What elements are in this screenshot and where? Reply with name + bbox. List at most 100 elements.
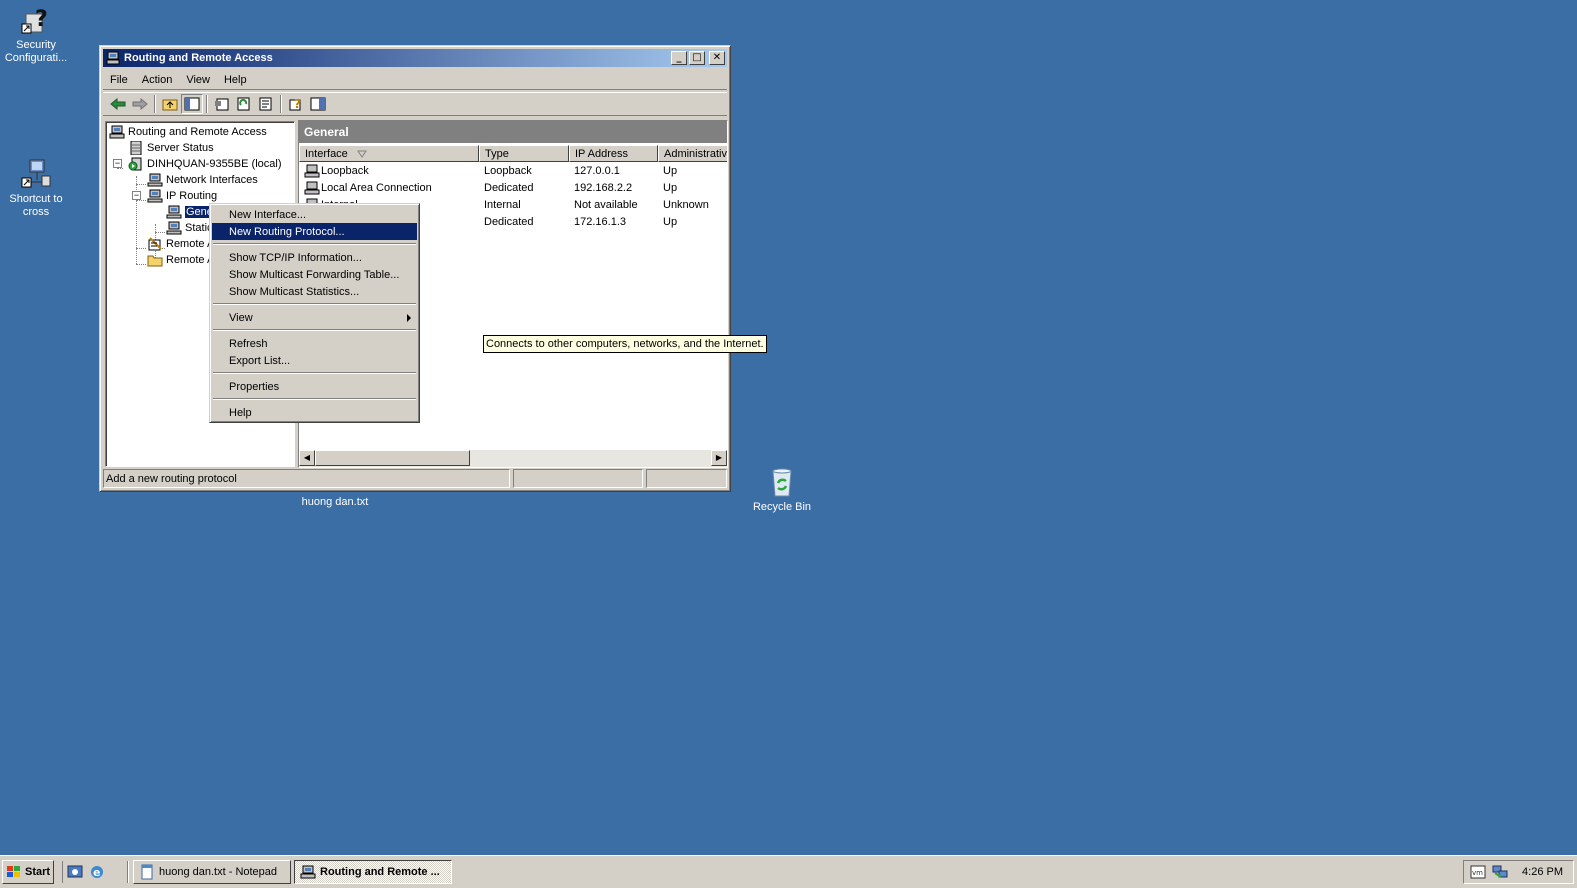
tree-item-remote-access-policies[interactable]: Remote A: [147, 236, 214, 252]
menu-item-show-tcpip-info[interactable]: Show TCP/IP Information...: [212, 249, 417, 266]
refresh-button[interactable]: [233, 94, 255, 114]
column-ip-address[interactable]: IP Address: [569, 145, 658, 162]
column-label: IP Address: [575, 147, 628, 160]
start-label: Start: [25, 866, 51, 878]
close-button[interactable]: ✕: [709, 51, 725, 65]
tree-item-ip-routing[interactable]: IP Routing: [147, 188, 217, 204]
menu-item-show-multicast-stats[interactable]: Show Multicast Statistics...: [212, 283, 417, 300]
tree-label: Server Status: [147, 142, 214, 154]
tree-item-remote-access-logging[interactable]: Remote A: [147, 252, 214, 268]
menu-item-new-interface[interactable]: New Interface...: [212, 206, 417, 223]
properties-button[interactable]: [211, 94, 233, 114]
column-label: Type: [485, 147, 509, 160]
menu-action[interactable]: Action: [135, 74, 180, 86]
desktop-icon-huong-dan[interactable]: huong dan.txt: [297, 496, 373, 509]
status-text: Add a new routing protocol: [103, 469, 510, 488]
forward-button[interactable]: [129, 94, 151, 114]
vmware-tools-icon[interactable]: vm: [1470, 865, 1486, 879]
security-config-icon: ?: [20, 4, 52, 36]
svg-text:?: ?: [35, 7, 48, 32]
column-interface[interactable]: Interface: [299, 145, 479, 162]
clock: 4:26 PM: [1522, 866, 1563, 878]
menu-file[interactable]: File: [103, 74, 135, 86]
cell-interface: Loopback: [321, 164, 369, 177]
menu-view[interactable]: View: [179, 74, 217, 86]
cell-ip: Not available: [574, 198, 638, 211]
desktop-icon-label: Security Configurati...: [4, 39, 68, 64]
rras-taskbar-icon: [300, 865, 316, 879]
ip-routing-icon: [147, 189, 163, 203]
menu-item-refresh[interactable]: Refresh: [212, 335, 417, 352]
action-pane-icon: [310, 97, 326, 111]
recycle-bin-icon: [766, 466, 798, 498]
tree-item-server[interactable]: DINHQUAN-9355BE (local): [128, 156, 281, 172]
help-icon: ?: [289, 97, 301, 111]
menu-help[interactable]: Help: [217, 74, 254, 86]
menu-separator: [212, 369, 417, 378]
show-desktop-icon[interactable]: [67, 864, 83, 880]
menu-item-export-list[interactable]: Export List...: [212, 352, 417, 369]
tree-item-rras-root[interactable]: Routing and Remote Access: [109, 124, 267, 140]
taskbar-rras[interactable]: Routing and Remote ...: [294, 860, 452, 884]
menu-item-help[interactable]: Help: [212, 404, 417, 421]
system-tray: vm 4:26 PM: [1463, 860, 1574, 884]
collapse-server-toggle[interactable]: −: [113, 159, 122, 168]
cell-type: Internal: [484, 198, 521, 211]
server-running-icon: [128, 157, 142, 171]
start-button[interactable]: Start: [2, 860, 54, 884]
column-type[interactable]: Type: [479, 145, 569, 162]
status-bar: Add a new routing protocol: [103, 469, 727, 488]
table-row[interactable]: Loopback Loopback 127.0.0.1 Up: [299, 162, 727, 179]
back-arrow-icon: [110, 98, 126, 110]
menu-item-properties[interactable]: Properties: [212, 378, 417, 395]
back-button[interactable]: [107, 94, 129, 114]
toolbar-separator: [280, 95, 282, 113]
up-one-level-button[interactable]: [159, 94, 181, 114]
internet-explorer-icon[interactable]: e: [89, 864, 105, 880]
tree-label: Remote A: [166, 254, 215, 266]
sort-descending-icon: [356, 150, 367, 158]
svg-text:?: ?: [294, 97, 301, 111]
tree-item-network-interfaces[interactable]: Network Interfaces: [147, 172, 258, 188]
tree-item-general[interactable]: Gene: [166, 204, 214, 220]
network-connection-icon[interactable]: [1492, 865, 1508, 879]
rras-root-icon: [109, 125, 125, 139]
menu-item-view[interactable]: View: [212, 309, 417, 326]
tree-item-static-routes[interactable]: Static: [166, 220, 213, 236]
desktop-icon-shortcut-cross[interactable]: Shortcut to cross: [0, 158, 74, 219]
forward-arrow-icon: [132, 98, 148, 110]
tree-item-server-status[interactable]: Server Status: [128, 140, 214, 156]
maximize-button[interactable]: □: [689, 51, 705, 65]
svg-text:e: e: [93, 866, 100, 879]
minimize-button[interactable]: _: [671, 51, 687, 65]
menu-separator: [212, 240, 417, 249]
server-status-icon: [130, 141, 142, 155]
taskbar-notepad[interactable]: huong dan.txt - Notepad: [133, 860, 291, 884]
title-bar[interactable]: Routing and Remote Access _ □ ✕: [103, 49, 727, 67]
desktop-icon-security-configuration[interactable]: ? Security Configurati...: [0, 4, 74, 65]
cell-admin-status: Up: [663, 215, 678, 228]
scroll-left-button[interactable]: ◀: [299, 450, 315, 466]
collapse-ip-routing-toggle[interactable]: −: [132, 191, 141, 200]
scroll-right-button[interactable]: ▶: [711, 450, 727, 466]
column-administrative-status[interactable]: Administrativ: [658, 145, 727, 162]
cell-admin-status: Unknown: [663, 198, 709, 211]
folder-icon: [147, 255, 163, 267]
general-icon: [166, 205, 182, 219]
cell-ip: 192.168.2.2: [574, 181, 633, 194]
horizontal-scrollbar[interactable]: ◀ ▶: [299, 450, 727, 467]
menu-item-new-routing-protocol[interactable]: New Routing Protocol...: [212, 223, 417, 240]
scroll-thumb[interactable]: [315, 450, 470, 466]
menu-item-show-multicast-forwarding[interactable]: Show Multicast Forwarding Table...: [212, 266, 417, 283]
tree-label: DINHQUAN-9355BE (local): [147, 158, 282, 170]
window-title: Routing and Remote Access: [124, 52, 273, 64]
help-button[interactable]: ?: [285, 94, 307, 114]
show-hide-action-pane-button[interactable]: [307, 94, 329, 114]
table-row[interactable]: Local Area Connection Dedicated 192.168.…: [299, 179, 727, 196]
export-list-button[interactable]: [255, 94, 277, 114]
column-headers: Interface Type IP Address Administrativ: [299, 145, 727, 162]
show-hide-tree-button[interactable]: [181, 94, 203, 114]
desktop-icon-recycle-bin[interactable]: Recycle Bin: [744, 466, 820, 514]
tree-label: Remote A: [166, 238, 215, 250]
folder-up-icon: [162, 99, 178, 111]
